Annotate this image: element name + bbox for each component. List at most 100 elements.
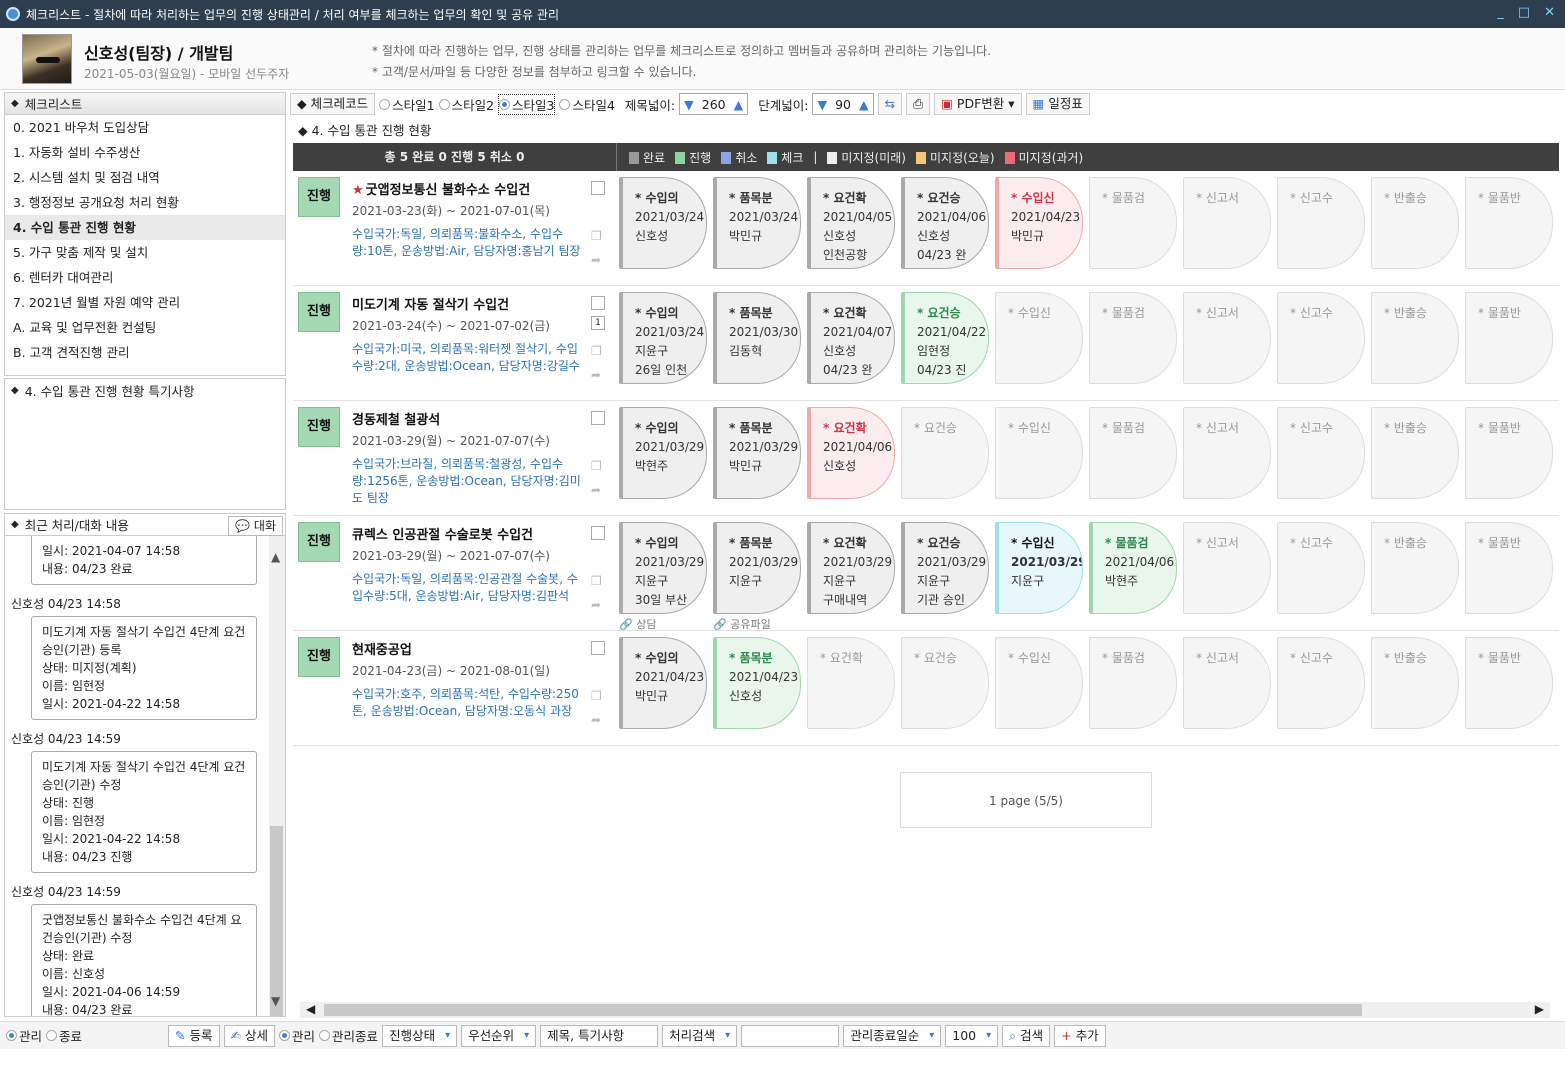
checklist-item[interactable]: 7. 2021년 월별 자원 예약 관리 (5, 290, 285, 315)
vertical-scrollbar[interactable]: ▲ ▼ (269, 536, 285, 1016)
copy-icon[interactable]: ❐ (591, 689, 605, 703)
step-cell[interactable]: * 요건승 (901, 407, 989, 499)
step-cell[interactable]: * 수입신 (995, 637, 1083, 729)
step-cell[interactable]: * 신고수 (1277, 522, 1365, 614)
title-width-spinner[interactable]: ▼ 260 ▲ (679, 93, 749, 115)
checklist-item[interactable]: 6. 렌터카 대여관리 (5, 265, 285, 290)
step-cell[interactable]: * 요건확 (807, 637, 895, 729)
step-cell[interactable]: * 품목분 2021/03/24 박민규 (713, 177, 801, 269)
step-cell[interactable]: * 신고수 (1277, 637, 1365, 729)
step-cell[interactable]: * 신고서 (1183, 292, 1271, 384)
field-select[interactable]: 제목, 특기사항 (540, 1024, 659, 1047)
step-cell[interactable]: * 품목분 2021/03/29 지윤구 (713, 522, 801, 614)
chat-message[interactable]: 굿앱정보통신 불화수소 수입건 4단계 요건승인(기관) 수정 상태: 완료 이름:… (31, 904, 257, 1016)
copy-icon[interactable]: ❐ (591, 574, 605, 588)
share-icon[interactable]: ➦ (591, 713, 605, 727)
status-badge[interactable]: 진행 (298, 292, 340, 332)
status-badge[interactable]: 진행 (298, 407, 340, 447)
step-cell[interactable]: * 품목분 2021/04/23 신호성 (713, 637, 801, 729)
attachment-link[interactable]: 🔗 상담 (619, 616, 656, 632)
row-title[interactable]: ★ 굿앱정보통신 불화수소 수입건 (352, 179, 530, 198)
step-cell[interactable]: * 물품검 2021/04/06 박현주 (1089, 522, 1177, 614)
pdf-button[interactable]: ▣ PDF변환 ▾ (934, 93, 1022, 115)
checklist-item[interactable]: A. 교육 및 업무전환 컨설팅 (5, 315, 285, 340)
step-cell[interactable]: * 수입의 2021/03/24 지윤구 26일 인천 (619, 292, 707, 384)
row-title[interactable]: 큐렉스 인공관절 수술로봇 수입건 (352, 524, 533, 543)
memo-icon[interactable] (591, 641, 605, 655)
row-title[interactable]: 경동제철 철광석 (352, 409, 440, 428)
step-cell[interactable]: * 신고서 (1183, 407, 1271, 499)
chat-list[interactable]: 일시: 2021-04-07 14:58 내용: 04/23 완료 신호성 04/2… (5, 536, 269, 1016)
row-description[interactable]: 수입국가:독일, 의뢰품목:인공관절 수술봇, 수입수량:5대, 운송방법:Ai… (352, 571, 586, 605)
copy-icon[interactable]: ❐ (591, 344, 605, 358)
row-description[interactable]: 수입국가:미국, 의뢰품목:워터젯 절삭기, 수입수량:2대, 운송방법:Oce… (352, 341, 586, 375)
step-cell[interactable]: * 수입신 2021/04/23 박민규 (995, 177, 1083, 269)
left-manage-radio[interactable]: 관리 (6, 1026, 42, 1045)
scroll-left-icon[interactable]: ◀ (306, 1002, 315, 1016)
style4-radio[interactable]: 스타일4 (559, 95, 615, 114)
step-cell[interactable]: * 수입의 2021/03/29 박현주 (619, 407, 707, 499)
step-cell[interactable]: * 요건확 2021/04/05 신호성 인천공항 (807, 177, 895, 269)
row-description[interactable]: 수입국가:브라질, 의뢰품목:철광성, 수입수량:1256톤, 운송방법:Oce… (352, 456, 586, 507)
row-description[interactable]: 수입국가:독일, 의뢰품목:불화수소, 수입수량:10톤, 운송방법:Air, … (352, 226, 586, 260)
step-cell[interactable]: * 품목분 2021/03/30 김동혁 (713, 292, 801, 384)
step-cell[interactable]: * 물품반 (1465, 177, 1553, 269)
scroll-thumb[interactable] (324, 1004, 1362, 1016)
step-cell[interactable]: * 신고서 (1183, 177, 1271, 269)
up-icon[interactable]: ▲ (734, 97, 744, 112)
checklist-item[interactable]: 5. 가구 맞춤 제작 및 설치 (5, 240, 285, 265)
share-icon[interactable]: ➦ (591, 598, 605, 612)
step-cell[interactable]: * 신고서 (1183, 522, 1271, 614)
step-cell[interactable]: * 신고서 (1183, 637, 1271, 729)
count-icon[interactable]: 1 (591, 316, 605, 330)
step-cell[interactable]: * 물품검 (1089, 177, 1177, 269)
schedule-button[interactable]: ▦ 일정표 (1025, 93, 1090, 115)
refresh-icon[interactable]: ⇆ (877, 93, 903, 115)
close-button[interactable]: ✕ (1544, 5, 1555, 20)
add-button[interactable]: + 추가 (1054, 1024, 1106, 1047)
register-button[interactable]: ✎ 등록 (168, 1024, 220, 1047)
memo-icon[interactable] (591, 296, 605, 310)
share-icon[interactable]: ➦ (591, 368, 605, 382)
step-cell[interactable]: * 요건승 (901, 637, 989, 729)
step-cell[interactable]: * 물품검 (1089, 637, 1177, 729)
manage-end-radio[interactable]: 관리종료 (319, 1026, 378, 1045)
checkcode-button[interactable]: ◆ 체크레코드 (290, 93, 376, 115)
share-icon[interactable]: ➦ (591, 253, 605, 267)
step-cell[interactable]: * 수입신 (995, 292, 1083, 384)
style2-radio[interactable]: 스타일2 (438, 95, 494, 114)
maximize-button[interactable]: □ (1518, 5, 1530, 20)
chat-message[interactable]: 미도기계 자동 절삭기 수입건 4단계 요건승인(기관) 수정 상태: 진행 이름:… (31, 751, 257, 873)
search-input[interactable] (741, 1024, 840, 1047)
step-cell[interactable]: * 물품반 (1465, 637, 1553, 729)
scroll-down-icon[interactable]: ▼ (271, 994, 280, 1008)
style3-radio[interactable]: 스타일3 (498, 93, 556, 115)
sort-select[interactable]: 관리종료일순 (843, 1024, 942, 1047)
down-icon[interactable]: ▼ (684, 97, 694, 112)
status-badge[interactable]: 진행 (298, 177, 340, 217)
step-cell[interactable]: * 수입의 2021/03/29 지윤구 30일 부산 (619, 522, 707, 614)
checklist-item[interactable]: 2. 시스템 설치 및 점검 내역 (5, 165, 285, 190)
checklist-item[interactable]: 0. 2021 바우처 도입상담 (5, 115, 285, 140)
horizontal-scrollbar[interactable]: ◀ ▶ (300, 1002, 1550, 1018)
attachment-link[interactable]: 🔗 공유파일 (713, 616, 771, 632)
step-cell[interactable]: * 수입신 (995, 407, 1083, 499)
status-badge[interactable]: 진행 (298, 637, 340, 677)
priority-select[interactable]: 우선순위 (461, 1024, 537, 1047)
row-description[interactable]: 수입국가:호주, 의뢰품목:석탄, 수입수량:250톤, 운송방법:Ocean,… (352, 686, 586, 720)
detail-button[interactable]: ✍ 상세 (223, 1024, 276, 1047)
left-end-radio[interactable]: 종료 (46, 1026, 82, 1045)
memo-icon[interactable] (591, 526, 605, 540)
step-cell[interactable]: * 물품검 (1089, 292, 1177, 384)
status-badge[interactable]: 진행 (298, 522, 340, 562)
step-cell[interactable]: * 수입의 2021/03/24 신호성 (619, 177, 707, 269)
step-cell[interactable]: * 물품반 (1465, 407, 1553, 499)
checklist-item[interactable]: B. 고객 견적진행 관리 (5, 340, 285, 365)
chat-message[interactable]: 일시: 2021-04-07 14:58 내용: 04/23 완료 (31, 536, 257, 585)
step-cell[interactable]: * 신고수 (1277, 407, 1365, 499)
proc-search-select[interactable]: 처리검색 (662, 1024, 738, 1047)
up-icon[interactable]: ▲ (859, 97, 869, 112)
step-cell[interactable]: * 물품검 (1089, 407, 1177, 499)
step-cell[interactable]: * 요건승 2021/04/06 신호성 04/23 완 (901, 177, 989, 269)
step-cell[interactable]: * 수입신 2021/03/29 지윤구 (995, 522, 1083, 614)
